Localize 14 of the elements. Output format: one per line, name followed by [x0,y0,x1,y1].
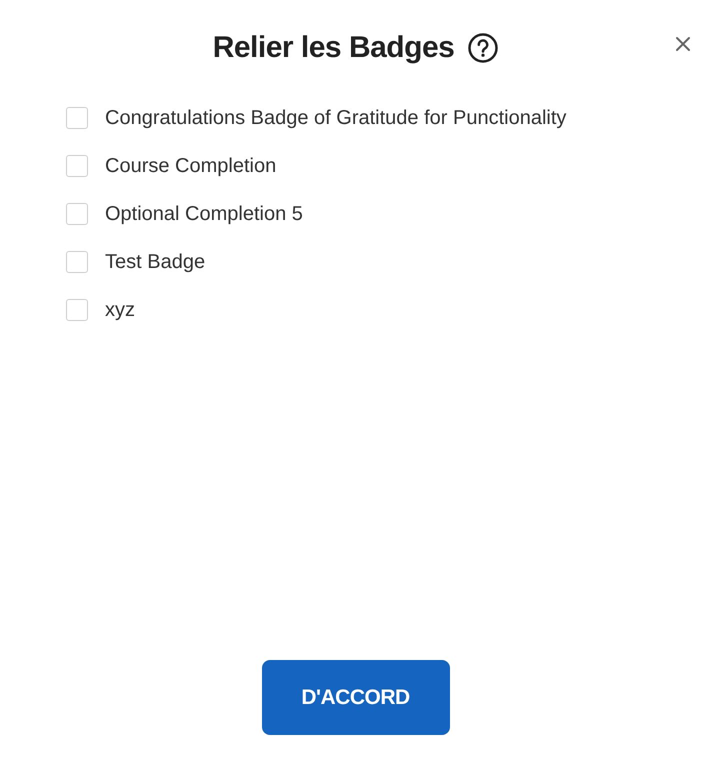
badge-label: Optional Completion 5 [105,202,303,226]
badge-label: Congratulations Badge of Gratitude for Punctionality [105,106,566,130]
badge-label: xyz [105,298,135,322]
checkbox[interactable] [66,203,88,225]
checkbox[interactable] [66,155,88,177]
ok-button[interactable]: D'ACCORD [262,660,450,735]
checkbox[interactable] [66,107,88,129]
badge-label: Course Completion [105,154,276,178]
checkbox[interactable] [66,299,88,321]
dialog-title: Relier les Badges [212,31,454,65]
help-icon[interactable] [468,33,498,63]
checkbox[interactable] [66,251,88,273]
badge-label: Test Badge [105,250,206,274]
close-button[interactable] [673,34,693,54]
